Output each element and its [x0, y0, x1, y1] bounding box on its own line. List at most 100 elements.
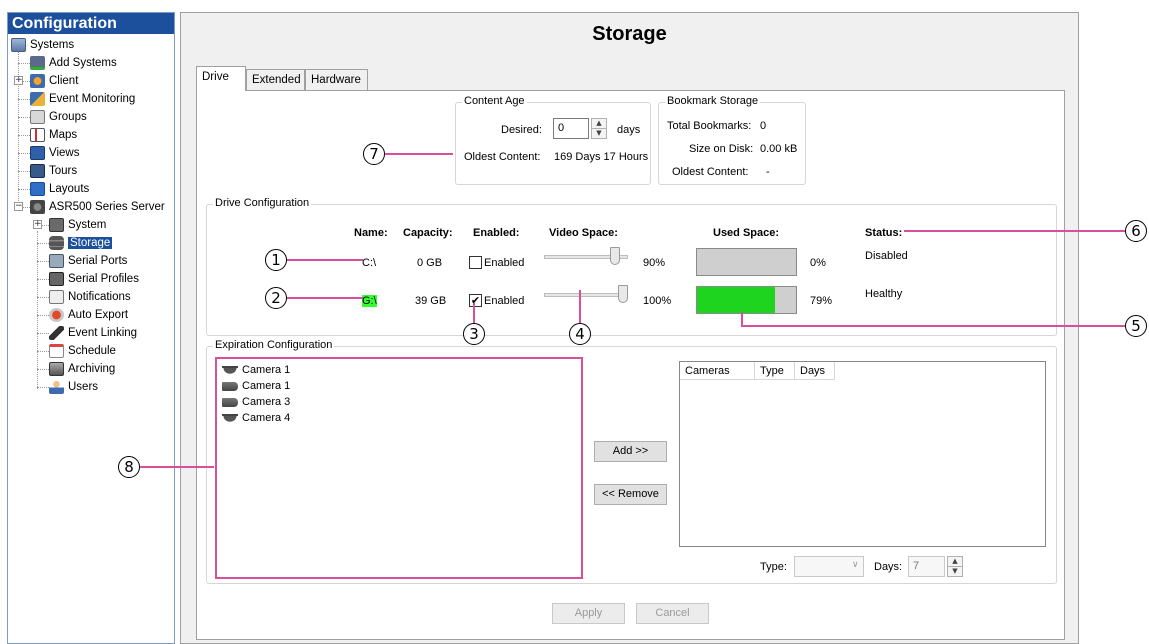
dome-camera-icon — [222, 365, 238, 375]
tree-item-archiving[interactable]: Archiving — [49, 360, 115, 378]
tree-item-tours[interactable]: Tours — [30, 162, 77, 180]
drive-g-video-slider[interactable] — [544, 293, 628, 297]
spin-down-icon[interactable]: ▼ — [592, 129, 606, 139]
tree-item-add-systems[interactable]: Add Systems — [30, 54, 117, 72]
remove-button[interactable]: << Remove — [594, 484, 667, 505]
tree-item-serial-ports[interactable]: Serial Ports — [49, 252, 127, 270]
oldest-content-value: 169 Days 17 Hours — [554, 151, 649, 163]
tree-item-maps[interactable]: Maps — [30, 126, 77, 144]
camera-list-item[interactable]: Camera 4 — [222, 410, 290, 426]
drive-g-used-fill — [697, 287, 776, 313]
link-icon — [49, 325, 64, 340]
desired-days-input[interactable]: 0 — [553, 118, 589, 139]
type-column-header[interactable]: Type — [755, 362, 795, 380]
tree-item-system[interactable]: System — [49, 216, 106, 234]
tree-item-systems[interactable]: Systems — [11, 36, 74, 54]
drive-g-capacity: 39 GB — [415, 295, 447, 307]
drive-c-video-slider-thumb[interactable] — [610, 247, 620, 265]
apply-button[interactable]: Apply — [552, 603, 625, 624]
add-button[interactable]: Add >> — [594, 441, 667, 462]
spin-up-icon[interactable]: ▲ — [948, 557, 962, 567]
camera-list-item[interactable]: Camera 3 — [222, 394, 290, 410]
callout-1: 1 — [265, 249, 287, 271]
user-icon — [49, 379, 64, 394]
tree-item-asr500-server[interactable]: ASR500 Series Server — [30, 198, 165, 216]
drive-c-capacity: 0 GB — [417, 257, 443, 269]
desired-label: Desired: — [501, 124, 542, 136]
layouts-icon — [30, 181, 45, 196]
bullet-camera-icon — [222, 381, 238, 391]
drive-c-used-bar — [696, 248, 797, 276]
drive-g-video-slider-thumb[interactable] — [618, 285, 628, 303]
server-icon — [30, 199, 45, 214]
type-label: Type: — [760, 561, 787, 573]
bookmark-storage-title: Bookmark Storage — [665, 95, 761, 107]
config-tree-panel: Configuration + − + Systems Add Systems … — [7, 12, 175, 644]
content-age-group: Content Age Desired: 0 ▲ ▼ days Oldest Co… — [455, 95, 651, 185]
chevron-down-icon[interactable]: ∨ — [852, 559, 859, 570]
tree-item-notifications[interactable]: Notifications — [49, 288, 131, 306]
name-header: Name: — [354, 227, 388, 239]
system-icon — [49, 217, 64, 232]
drive-c-enabled-checkbox[interactable] — [469, 256, 482, 269]
add-systems-icon — [30, 55, 45, 70]
tree-item-groups[interactable]: Groups — [30, 108, 87, 126]
sidebar-title: Configuration — [8, 13, 174, 34]
tree-item-layouts[interactable]: Layouts — [30, 180, 89, 198]
bullet-camera-icon — [222, 397, 238, 407]
spin-up-icon[interactable]: ▲ — [592, 119, 606, 129]
server-expander[interactable]: − — [14, 202, 23, 211]
drive-configuration-title: Drive Configuration — [213, 197, 312, 209]
days-spinner[interactable]: ▲ ▼ — [947, 556, 963, 577]
cameras-column-header[interactable]: Cameras — [680, 362, 755, 380]
tree-item-users[interactable]: Users — [49, 378, 98, 396]
drive-g-used-bar — [696, 286, 797, 314]
envelope-icon — [49, 289, 64, 304]
system-expander[interactable]: + — [33, 220, 42, 229]
client-gear-icon — [30, 73, 45, 88]
callout-3: 3 — [463, 323, 485, 345]
days-input[interactable]: 7 — [908, 556, 945, 577]
desired-days-spinner[interactable]: ▲ ▼ — [591, 118, 607, 139]
available-cameras-list[interactable]: Camera 1 Camera 1 Camera 3 Camera 4 — [215, 357, 583, 579]
callout-2: 2 — [265, 287, 287, 309]
drive-c-used-space: 0% — [810, 257, 826, 269]
size-on-disk-label: Size on Disk: — [689, 143, 754, 155]
callout-1-line — [287, 259, 363, 261]
systems-icon — [11, 37, 26, 52]
tree-item-views[interactable]: Views — [30, 144, 79, 162]
tree-item-serial-profiles[interactable]: Serial Profiles — [49, 270, 139, 288]
drive-configuration-group: Drive Configuration Name: Capacity: Enab… — [206, 197, 1057, 336]
tab-drive[interactable]: Drive — [196, 66, 246, 91]
drive-g-enabled-checkbox[interactable]: ✔ — [469, 294, 482, 307]
size-on-disk-value: 0.00 kB — [760, 143, 798, 155]
drive-g-video-space: 100% — [643, 295, 672, 307]
callout-7: 7 — [363, 143, 385, 165]
used-space-header: Used Space: — [713, 227, 780, 239]
camera-list-item[interactable]: Camera 1 — [222, 378, 290, 394]
spin-down-icon[interactable]: ▼ — [948, 567, 962, 577]
days-column-header[interactable]: Days — [795, 362, 835, 380]
tree-item-event-linking[interactable]: Event Linking — [49, 324, 137, 342]
views-icon — [30, 145, 45, 160]
camera-list-item[interactable]: Camera 1 — [222, 362, 290, 378]
video-space-header: Video Space: — [549, 227, 618, 239]
assigned-cameras-table[interactable]: Cameras Type Days — [679, 361, 1046, 547]
page-title: Storage — [592, 23, 667, 45]
cancel-button[interactable]: Cancel — [636, 603, 709, 624]
bookmark-oldest-value: - — [766, 166, 770, 178]
drive-c-status: Disabled — [865, 250, 908, 262]
tree-item-schedule[interactable]: Schedule — [49, 342, 116, 360]
tree-item-event-monitoring[interactable]: Event Monitoring — [30, 90, 135, 108]
callout-5-line-v — [741, 312, 743, 326]
tab-extended[interactable]: Extended — [246, 69, 305, 90]
tab-hardware[interactable]: Hardware — [305, 69, 368, 90]
client-expander[interactable]: + — [14, 76, 23, 85]
tree-item-storage[interactable]: Storage — [49, 234, 113, 252]
archiving-icon — [49, 361, 64, 376]
status-header: Status: — [865, 227, 903, 239]
tree-item-client[interactable]: Client — [30, 72, 78, 90]
total-bookmarks-value: 0 — [760, 120, 767, 132]
maps-icon — [30, 127, 45, 142]
tree-item-auto-export[interactable]: Auto Export — [49, 306, 128, 324]
